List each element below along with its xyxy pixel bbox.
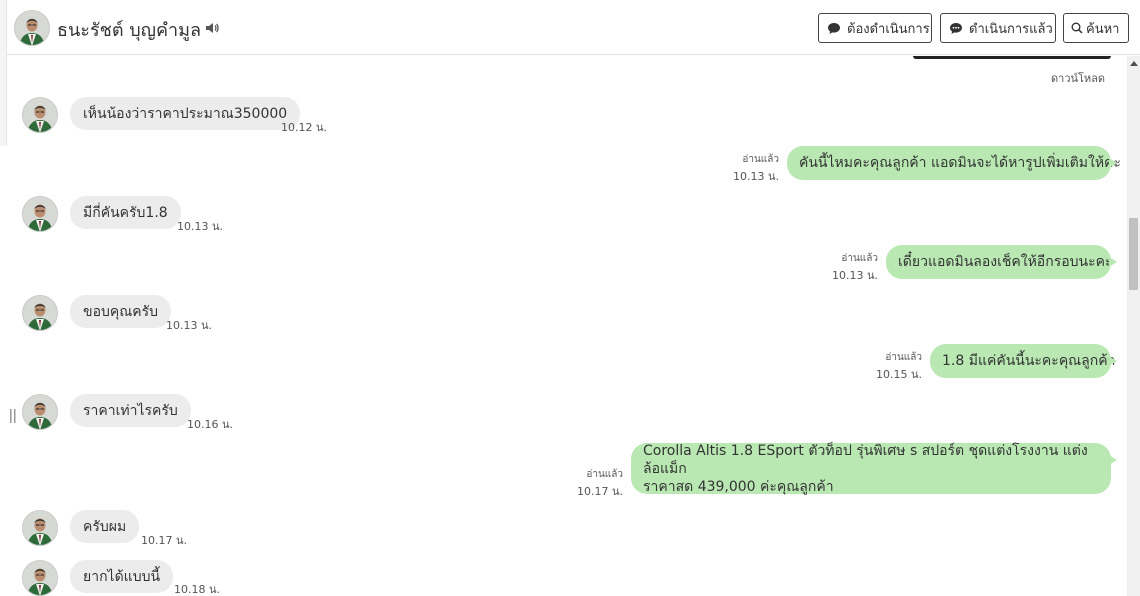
message-time: 10.13 น. — [177, 220, 224, 233]
message-text-line: ราคาสด 439,000 ค่ะคุณลูกค้า — [643, 478, 834, 495]
outgoing-message-bubble[interactable]: 1.8 มีแค่คันนี้นะคะคุณลูกค้า — [930, 344, 1117, 378]
incoming-message-bubble[interactable]: ขอบคุณครับ — [70, 295, 171, 328]
sender-avatar[interactable] — [22, 560, 58, 596]
message-meta: อ่านแล้ว 10.15 น. — [840, 350, 922, 383]
message-time: 10.13 น. — [732, 170, 779, 183]
read-receipt: อ่านแล้ว — [742, 154, 779, 165]
sender-avatar[interactable] — [22, 510, 58, 546]
read-receipt: อ่านแล้ว — [841, 253, 878, 264]
message-text: ขอบคุณครับ — [83, 303, 158, 320]
sender-avatar[interactable] — [22, 394, 58, 430]
message-text: มีกี่คันครับ1.8 — [83, 204, 168, 221]
message-text: 1.8 มีแค่คันนี้นะคะคุณลูกค้า — [942, 353, 1116, 369]
chat-dots-icon — [950, 22, 962, 34]
message-time: 10.16 น. — [187, 418, 234, 431]
message-list[interactable]: ดาวน์โหลด เห็นน้องว่าราคาประมาณ350000 10… — [7, 56, 1127, 596]
message-time: 10.18 น. — [174, 583, 221, 596]
previous-attachment-edge — [913, 56, 1111, 59]
sender-avatar[interactable] — [22, 196, 58, 232]
done-button[interactable]: ดำเนินการแล้ว — [940, 13, 1056, 43]
message-text: เดี๋ยวแอดมินลองเช็คให้อีกรอบนะคะ — [898, 254, 1113, 270]
incoming-message-bubble[interactable]: เห็นน้องว่าราคาประมาณ350000 — [70, 97, 301, 130]
outgoing-message-bubble[interactable]: คันนี้ไหมคะคุณลูกค้า แอดมินจะได้หารูปเพิ… — [787, 146, 1121, 180]
scroll-up-icon[interactable] — [1130, 61, 1138, 66]
speech-bubble-icon — [828, 22, 840, 34]
done-button-label: ดำเนินการแล้ว — [969, 21, 1053, 37]
message-text: ครับผม — [83, 518, 127, 535]
search-button[interactable]: ค้นหา — [1063, 13, 1129, 43]
message-meta: อ่านแล้ว 10.13 น. — [796, 251, 878, 284]
contact-name: ธนะรัชต์ บุญคำมูล — [57, 20, 202, 41]
contact-avatar[interactable] — [14, 10, 50, 46]
incoming-message-bubble[interactable]: ยากได้แบบนี้ — [70, 560, 174, 593]
message-time: 10.13 น. — [166, 319, 213, 332]
message-text: คันนี้ไหมคะคุณลูกค้า แอดมินจะได้หารูปเพิ… — [799, 155, 1121, 171]
search-icon — [1071, 22, 1083, 34]
outgoing-message-bubble[interactable]: Corolla Altis 1.8 ESport ตัวท็อป รุ่นพิเ… — [631, 442, 1117, 495]
message-time: 10.13 น. — [831, 269, 878, 282]
download-link[interactable]: ดาวน์โหลด — [1051, 69, 1105, 87]
message-time: 10.17 น. — [576, 485, 623, 498]
outgoing-message-bubble[interactable]: เดี๋ยวแอดมินลองเช็คให้อีกรอบนะคะ — [886, 245, 1117, 279]
message-meta: อ่านแล้ว 10.13 น. — [697, 152, 779, 185]
incoming-message-bubble[interactable]: มีกี่คันครับ1.8 — [70, 196, 181, 229]
message-time: 10.12 น. — [281, 121, 328, 134]
pending-button-label: ต้องดำเนินการ — [847, 21, 930, 37]
incoming-message-bubble[interactable]: ราคาเท่าไรครับ — [70, 394, 191, 427]
message-text-line: Corolla Altis 1.8 ESport ตัวท็อป รุ่นพิเ… — [643, 442, 1088, 477]
incoming-message-bubble[interactable]: ครับผม — [70, 510, 140, 543]
message-meta: อ่านแล้ว 10.17 น. — [541, 467, 623, 500]
message-text: ยากได้แบบนี้ — [83, 568, 161, 585]
message-time: 10.17 น. — [141, 534, 188, 547]
search-button-label: ค้นหา — [1086, 21, 1120, 37]
speaker-icon[interactable] — [204, 20, 220, 36]
chat-header: ธนะรัชต์ บุญคำมูล ต้องดำเนินการ ดำเนินกา… — [7, 0, 1140, 55]
vertical-scrollbar[interactable] — [1127, 56, 1140, 596]
message-text: เห็นน้องว่าราคาประมาณ350000 — [83, 105, 288, 122]
sender-avatar[interactable] — [22, 295, 58, 331]
left-panel-edge — [0, 0, 7, 596]
read-receipt: อ่านแล้ว — [586, 469, 623, 480]
message-time: 10.15 น. — [875, 368, 922, 381]
message-text: ราคาเท่าไรครับ — [83, 402, 178, 419]
scrollbar-thumb[interactable] — [1129, 218, 1138, 290]
pending-button[interactable]: ต้องดำเนินการ — [818, 13, 932, 43]
sender-avatar[interactable] — [22, 97, 58, 133]
drag-handle-icon[interactable] — [10, 409, 16, 423]
read-receipt: อ่านแล้ว — [885, 352, 922, 363]
